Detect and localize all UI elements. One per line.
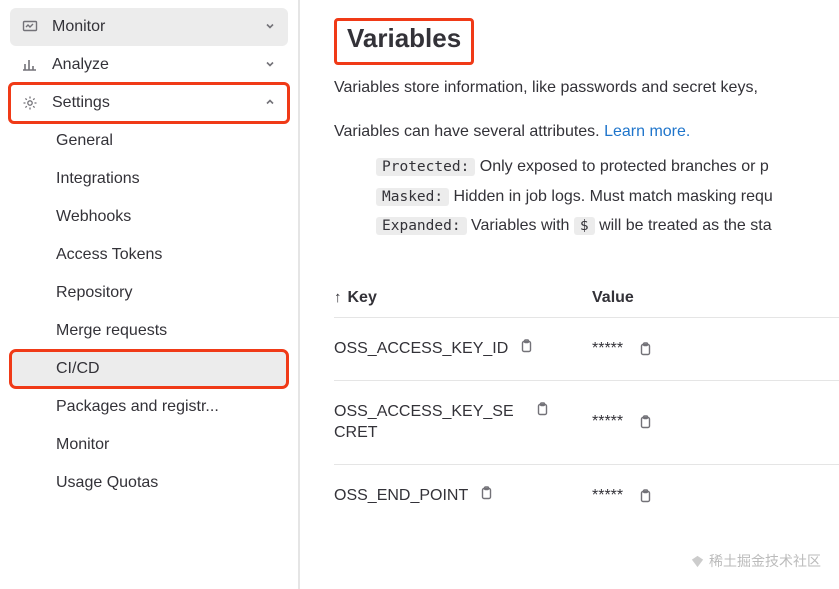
page-title: Variables bbox=[341, 21, 467, 56]
attr-text: Variables can have several attributes. bbox=[334, 123, 604, 140]
chevron-down-icon bbox=[264, 57, 276, 74]
key-text: OSS_ACCESS_KEY_SECRET bbox=[334, 401, 524, 444]
copy-icon[interactable] bbox=[534, 401, 550, 417]
watermark-icon bbox=[690, 554, 705, 569]
subitem-label: General bbox=[56, 132, 113, 150]
cell-key: OSS_ACCESS_KEY_ID bbox=[334, 338, 592, 360]
col-header-key[interactable]: ↑ Key bbox=[334, 289, 592, 307]
subitem-merge-requests[interactable]: Merge requests bbox=[10, 312, 288, 350]
cell-key: OSS_END_POINT bbox=[334, 485, 592, 507]
analyze-icon bbox=[22, 57, 38, 73]
bullet-expanded: Expanded: Variables with $ will be treat… bbox=[376, 213, 839, 239]
value-text: ***** bbox=[592, 413, 623, 431]
learn-more-link[interactable]: Learn more. bbox=[604, 123, 690, 140]
attribute-list: Protected: Only exposed to protected bra… bbox=[376, 154, 839, 239]
header-label: Value bbox=[592, 289, 634, 306]
subitem-label: Monitor bbox=[56, 436, 109, 454]
bullet-text: Hidden in job logs. Must match masking r… bbox=[449, 188, 773, 205]
cell-value: ***** bbox=[592, 487, 839, 505]
table-header: ↑ Key Value bbox=[334, 279, 839, 318]
bullet-text: will be treated as the sta bbox=[595, 217, 772, 234]
monitor-icon bbox=[22, 19, 38, 35]
sidebar-item-analyze[interactable]: Analyze bbox=[10, 46, 288, 84]
cell-value: ***** bbox=[592, 340, 839, 358]
subitem-label: Merge requests bbox=[56, 322, 167, 340]
col-header-value: Value bbox=[592, 289, 839, 307]
copy-icon[interactable] bbox=[478, 485, 494, 501]
description: Variables store information, like passwo… bbox=[334, 75, 839, 101]
subitem-label: CI/CD bbox=[56, 360, 100, 378]
sidebar-item-monitor[interactable]: Monitor bbox=[10, 8, 288, 46]
sort-asc-icon: ↑ bbox=[334, 289, 342, 306]
attributes-line: Variables can have several attributes. L… bbox=[334, 119, 839, 145]
sidebar: Monitor Analyze Settings General Integra… bbox=[0, 0, 300, 589]
chevron-down-icon bbox=[264, 19, 276, 36]
settings-subitems: General Integrations Webhooks Access Tok… bbox=[10, 122, 288, 502]
code-protected: Protected: bbox=[376, 158, 475, 176]
header-label: Key bbox=[348, 289, 377, 307]
sidebar-label: Monitor bbox=[52, 18, 250, 36]
subitem-label: Integrations bbox=[56, 170, 140, 188]
bullet-text: Variables with bbox=[467, 217, 574, 234]
subitem-packages[interactable]: Packages and registr... bbox=[10, 388, 288, 426]
subitem-label: Webhooks bbox=[56, 208, 131, 226]
subitem-access-tokens[interactable]: Access Tokens bbox=[10, 236, 288, 274]
watermark-text: 稀土掘金技术社区 bbox=[709, 551, 821, 571]
watermark: 稀土掘金技术社区 bbox=[690, 551, 821, 571]
key-text: OSS_ACCESS_KEY_ID bbox=[334, 338, 508, 360]
main-panel: Variables Variables store information, l… bbox=[300, 0, 839, 589]
bullet-masked: Masked: Hidden in job logs. Must match m… bbox=[376, 184, 839, 210]
sidebar-item-settings[interactable]: Settings bbox=[10, 84, 288, 122]
subitem-label: Access Tokens bbox=[56, 246, 162, 264]
copy-icon[interactable] bbox=[637, 414, 653, 430]
subitem-label: Repository bbox=[56, 284, 132, 302]
bullet-protected: Protected: Only exposed to protected bra… bbox=[376, 154, 839, 180]
copy-icon[interactable] bbox=[637, 341, 653, 357]
subitem-label: Packages and registr... bbox=[56, 398, 219, 416]
gear-icon bbox=[22, 95, 38, 111]
cell-value: ***** bbox=[592, 413, 839, 431]
copy-icon[interactable] bbox=[518, 338, 534, 354]
code-expanded: Expanded: bbox=[376, 217, 467, 235]
sidebar-label: Settings bbox=[52, 94, 250, 112]
subitem-label: Usage Quotas bbox=[56, 474, 158, 492]
cell-key: OSS_ACCESS_KEY_SECRET bbox=[334, 401, 592, 444]
page-title-highlight: Variables bbox=[334, 18, 474, 65]
variables-table: ↑ Key Value OSS_ACCESS_KEY_ID ***** OSS_… bbox=[334, 279, 839, 510]
table-row: OSS_ACCESS_KEY_ID ***** bbox=[334, 318, 839, 381]
subitem-general[interactable]: General bbox=[10, 122, 288, 160]
subitem-usage-quotas[interactable]: Usage Quotas bbox=[10, 464, 288, 502]
subitem-integrations[interactable]: Integrations bbox=[10, 160, 288, 198]
subitem-repository[interactable]: Repository bbox=[10, 274, 288, 312]
chevron-up-icon bbox=[264, 95, 276, 112]
value-text: ***** bbox=[592, 340, 623, 358]
bullet-text: Only exposed to protected branches or p bbox=[475, 158, 769, 175]
sidebar-label: Analyze bbox=[52, 56, 250, 74]
value-text: ***** bbox=[592, 487, 623, 505]
key-text: OSS_END_POINT bbox=[334, 485, 468, 507]
code-masked: Masked: bbox=[376, 188, 449, 206]
table-row: OSS_ACCESS_KEY_SECRET ***** bbox=[334, 381, 839, 465]
code-dollar: $ bbox=[574, 217, 595, 235]
subitem-monitor[interactable]: Monitor bbox=[10, 426, 288, 464]
copy-icon[interactable] bbox=[637, 488, 653, 504]
table-row: OSS_END_POINT ***** bbox=[334, 465, 839, 511]
subitem-webhooks[interactable]: Webhooks bbox=[10, 198, 288, 236]
subitem-cicd[interactable]: CI/CD bbox=[10, 350, 288, 388]
